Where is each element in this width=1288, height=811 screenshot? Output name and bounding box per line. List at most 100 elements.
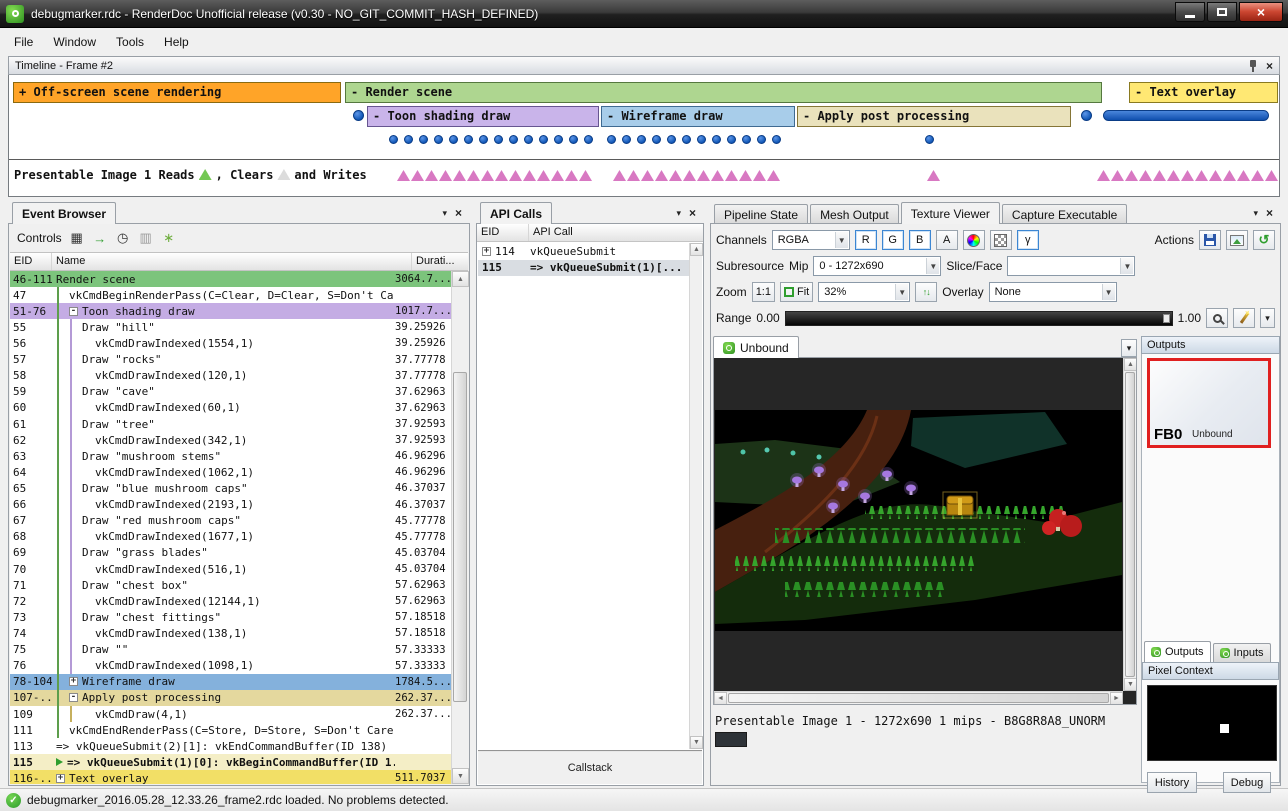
event-row[interactable]: 109vkCmdDraw(4,1)262.37... [10,706,451,722]
tab-mesh-output[interactable]: Mesh Output [810,204,899,224]
scroll-up-icon[interactable]: ▲ [1124,358,1137,371]
pixel-context-view[interactable] [1147,685,1277,761]
dock-close-icon[interactable]: × [1266,207,1273,219]
tree-expander-icon[interactable]: - [69,693,78,702]
tree-expander-icon[interactable]: - [69,307,78,316]
event-row[interactable]: 58vkCmdDrawIndexed(120,1)37.77778 [10,368,451,384]
event-row[interactable]: 67Draw "red mushroom caps"45.77778 [10,513,451,529]
scrollbar-thumb[interactable] [1125,372,1135,677]
timeline-event-dot[interactable] [652,135,661,144]
jump-to-eid-icon[interactable]: ∗ [159,228,179,248]
tab-capture-executable[interactable]: Capture Executable [1002,204,1127,224]
scroll-down-icon[interactable]: ▼ [1124,678,1137,691]
tab-inputs[interactable]: Inputs [1213,643,1271,662]
event-row[interactable]: 55Draw "hill"39.25926 [10,319,451,335]
timeline-event-dot[interactable] [667,135,676,144]
event-row[interactable]: 63Draw "mushroom stems"46.96296 [10,448,451,464]
event-row[interactable]: 75Draw ""57.33333 [10,642,451,658]
timeline-event-dot[interactable] [1081,110,1092,121]
flip-y-button[interactable]: ↑↓ [915,282,937,302]
tab-api-calls[interactable]: API Calls [480,202,552,224]
autofit-range-button[interactable] [1233,308,1255,328]
api-call-row[interactable]: +114vkQueueSubmit [478,243,689,260]
event-row[interactable]: 65Draw "blue mushroom caps"46.37037 [10,480,451,496]
column-eid[interactable]: EID [477,224,529,241]
timeline-event-dot[interactable] [524,135,533,144]
event-row[interactable]: 51-76-Toon shading draw1017.7... [10,303,451,319]
scroll-left-icon[interactable]: ◄ [714,692,727,705]
callstack-section[interactable]: Callstack [478,750,702,784]
timeline-event-dot[interactable] [449,135,458,144]
maximize-button[interactable] [1207,2,1237,22]
event-row[interactable]: 73Draw "chest fittings"57.18518 [10,609,451,625]
channel-green-button[interactable]: G [882,230,904,250]
timeline-event-dot[interactable] [554,135,563,144]
pin-icon[interactable] [1248,60,1258,72]
tree-expander-icon[interactable]: + [482,247,491,256]
tab-texture-viewer[interactable]: Texture Viewer [901,202,1000,224]
tab-event-browser[interactable]: Event Browser [12,202,116,224]
tab-pipeline-state[interactable]: Pipeline State [714,204,808,224]
scrollbar-thumb[interactable] [453,372,467,702]
event-browser-scrollbar[interactable]: ▲ ▼ [451,271,468,784]
column-api-call[interactable]: API Call [529,224,703,241]
event-row[interactable]: 72vkCmdDrawIndexed(12144,1)57.62963 [10,593,451,609]
timeline-event-dot[interactable] [772,135,781,144]
event-row[interactable]: 46-111Render scene3064.7... [10,271,451,287]
column-eid[interactable]: EID [10,253,52,270]
dock-menu-icon[interactable]: ▾ [442,208,447,219]
find-icon[interactable]: ▦ [67,228,87,248]
event-row[interactable]: 66vkCmdDrawIndexed(2193,1)46.37037 [10,497,451,513]
event-row[interactable]: 60vkCmdDrawIndexed(60,1)37.62963 [10,400,451,416]
refresh-button[interactable]: ↺ [1253,230,1275,250]
timeline-marker-bar[interactable]: - Apply post processing [797,106,1071,127]
channel-alpha-button[interactable]: A [936,230,958,250]
mip-select[interactable]: 0 - 1272x690▼ [813,256,941,276]
timeline-event-dot[interactable] [404,135,413,144]
timeline-event-dot[interactable] [464,135,473,144]
menu-tools[interactable]: Tools [106,31,154,53]
event-row[interactable]: 62vkCmdDrawIndexed(342,1)37.92593 [10,432,451,448]
timeline-marker-bar[interactable]: + Off-screen scene rendering [13,82,341,103]
event-row[interactable]: 74vkCmdDrawIndexed(138,1)57.18518 [10,625,451,641]
timeline-close-icon[interactable]: × [1266,60,1273,72]
range-slider[interactable] [785,311,1173,326]
open-texture-list-button[interactable] [1226,230,1248,250]
channel-blue-button[interactable]: B [909,230,931,250]
timeline-event-dot[interactable] [419,135,428,144]
timeline-event-dot[interactable] [727,135,736,144]
menu-help[interactable]: Help [154,31,199,53]
scroll-down-icon[interactable]: ▼ [452,768,469,784]
viewer-hscrollbar[interactable]: ◄ ► [714,691,1123,704]
texture-tab-list-button[interactable]: ▾ [1121,339,1137,357]
event-row[interactable]: 59Draw "cave"37.62963 [10,384,451,400]
overlay-select[interactable]: None▼ [989,282,1117,302]
timeline-event-dot[interactable] [539,135,548,144]
event-row[interactable]: 76vkCmdDrawIndexed(1098,1)57.33333 [10,658,451,674]
slice-face-select[interactable]: ▼ [1007,256,1135,276]
api-call-row[interactable]: 115=> vkQueueSubmit(1)[... [478,260,689,277]
timeline-marker-bar[interactable]: - Wireframe draw [601,106,795,127]
timeline-event-dot[interactable] [757,135,766,144]
zoom-range-button[interactable] [1206,308,1228,328]
event-row[interactable]: 71Draw "chest box"57.62963 [10,577,451,593]
tree-expander-icon[interactable]: + [56,774,65,783]
timeline-event-dot[interactable] [682,135,691,144]
event-row[interactable]: 61Draw "tree"37.92593 [10,416,451,432]
stats-icon[interactable]: ▥ [136,228,156,248]
menu-window[interactable]: Window [43,31,106,53]
range-handle[interactable] [1163,314,1170,323]
clock-icon[interactable]: ◷ [113,228,133,248]
event-row[interactable]: 69Draw "grass blades"45.03704 [10,545,451,561]
color-wheel-button[interactable] [963,230,985,250]
tab-unbound-texture[interactable]: Unbound [713,336,799,358]
event-row[interactable]: 68vkCmdDrawIndexed(1677,1)45.77778 [10,529,451,545]
dock-menu-icon[interactable]: ▾ [1253,208,1258,219]
timeline-event-dot[interactable] [434,135,443,144]
timeline-event-dot[interactable] [622,135,631,144]
timeline-event-dot[interactable] [697,135,706,144]
save-texture-button[interactable] [1199,230,1221,250]
timeline-event-dot[interactable] [607,135,616,144]
event-row[interactable]: 47vkCmdBeginRenderPass(C=Clear, D=Clear,… [10,287,451,303]
event-row[interactable]: 113=> vkQueueSubmit(2)[1]: vkEndCommandB… [10,738,451,754]
